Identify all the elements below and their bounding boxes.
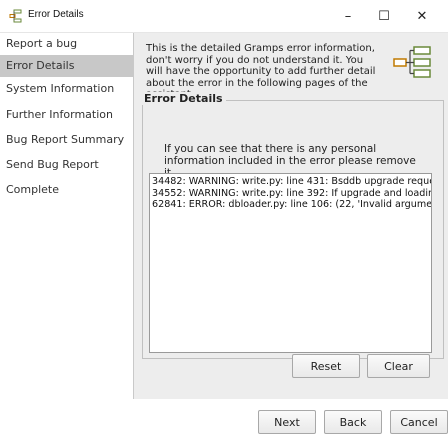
error-log-textarea[interactable]: 34482: WARNING: write.py: line 431: Bsdd… [149,173,432,353]
step-bug-report-summary: Bug Report Summary [6,133,125,146]
next-button[interactable]: Next [258,410,316,434]
log-line: 34482: WARNING: write.py: line 431: Bsdd… [152,176,432,187]
close-button[interactable]: ✕ [404,0,440,32]
assistant-steps-sidebar: Report a bug Error Details System Inform… [0,33,134,399]
title-bar: Error Details – ☐ ✕ [0,0,448,33]
reset-button[interactable]: Reset [292,354,360,378]
maximize-button[interactable]: ☐ [366,0,402,32]
cancel-button[interactable]: Cancel [390,410,448,434]
window-title: Error Details [28,9,84,20]
step-error-details: Error Details [0,55,133,77]
error-details-frame-label: Error Details [142,92,226,105]
gramps-tree-icon [392,45,438,79]
log-line: 34552: WARNING: write.py: line 392: If u… [152,187,432,199]
step-report-a-bug: Report a bug [6,37,78,50]
clear-button[interactable]: Clear [367,354,430,378]
log-line: 62841: ERROR: dbloader.py: line 106: (22… [152,199,432,210]
assistant-page: This is the detailed Gramps error inform… [134,33,448,434]
step-system-information: System Information [6,82,115,95]
minimize-button[interactable]: – [330,0,366,32]
step-further-information: Further Information [6,108,113,121]
gramps-app-icon [9,9,23,23]
back-button[interactable]: Back [324,410,382,434]
step-send-bug-report: Send Bug Report [6,158,99,171]
step-complete: Complete [6,183,60,196]
